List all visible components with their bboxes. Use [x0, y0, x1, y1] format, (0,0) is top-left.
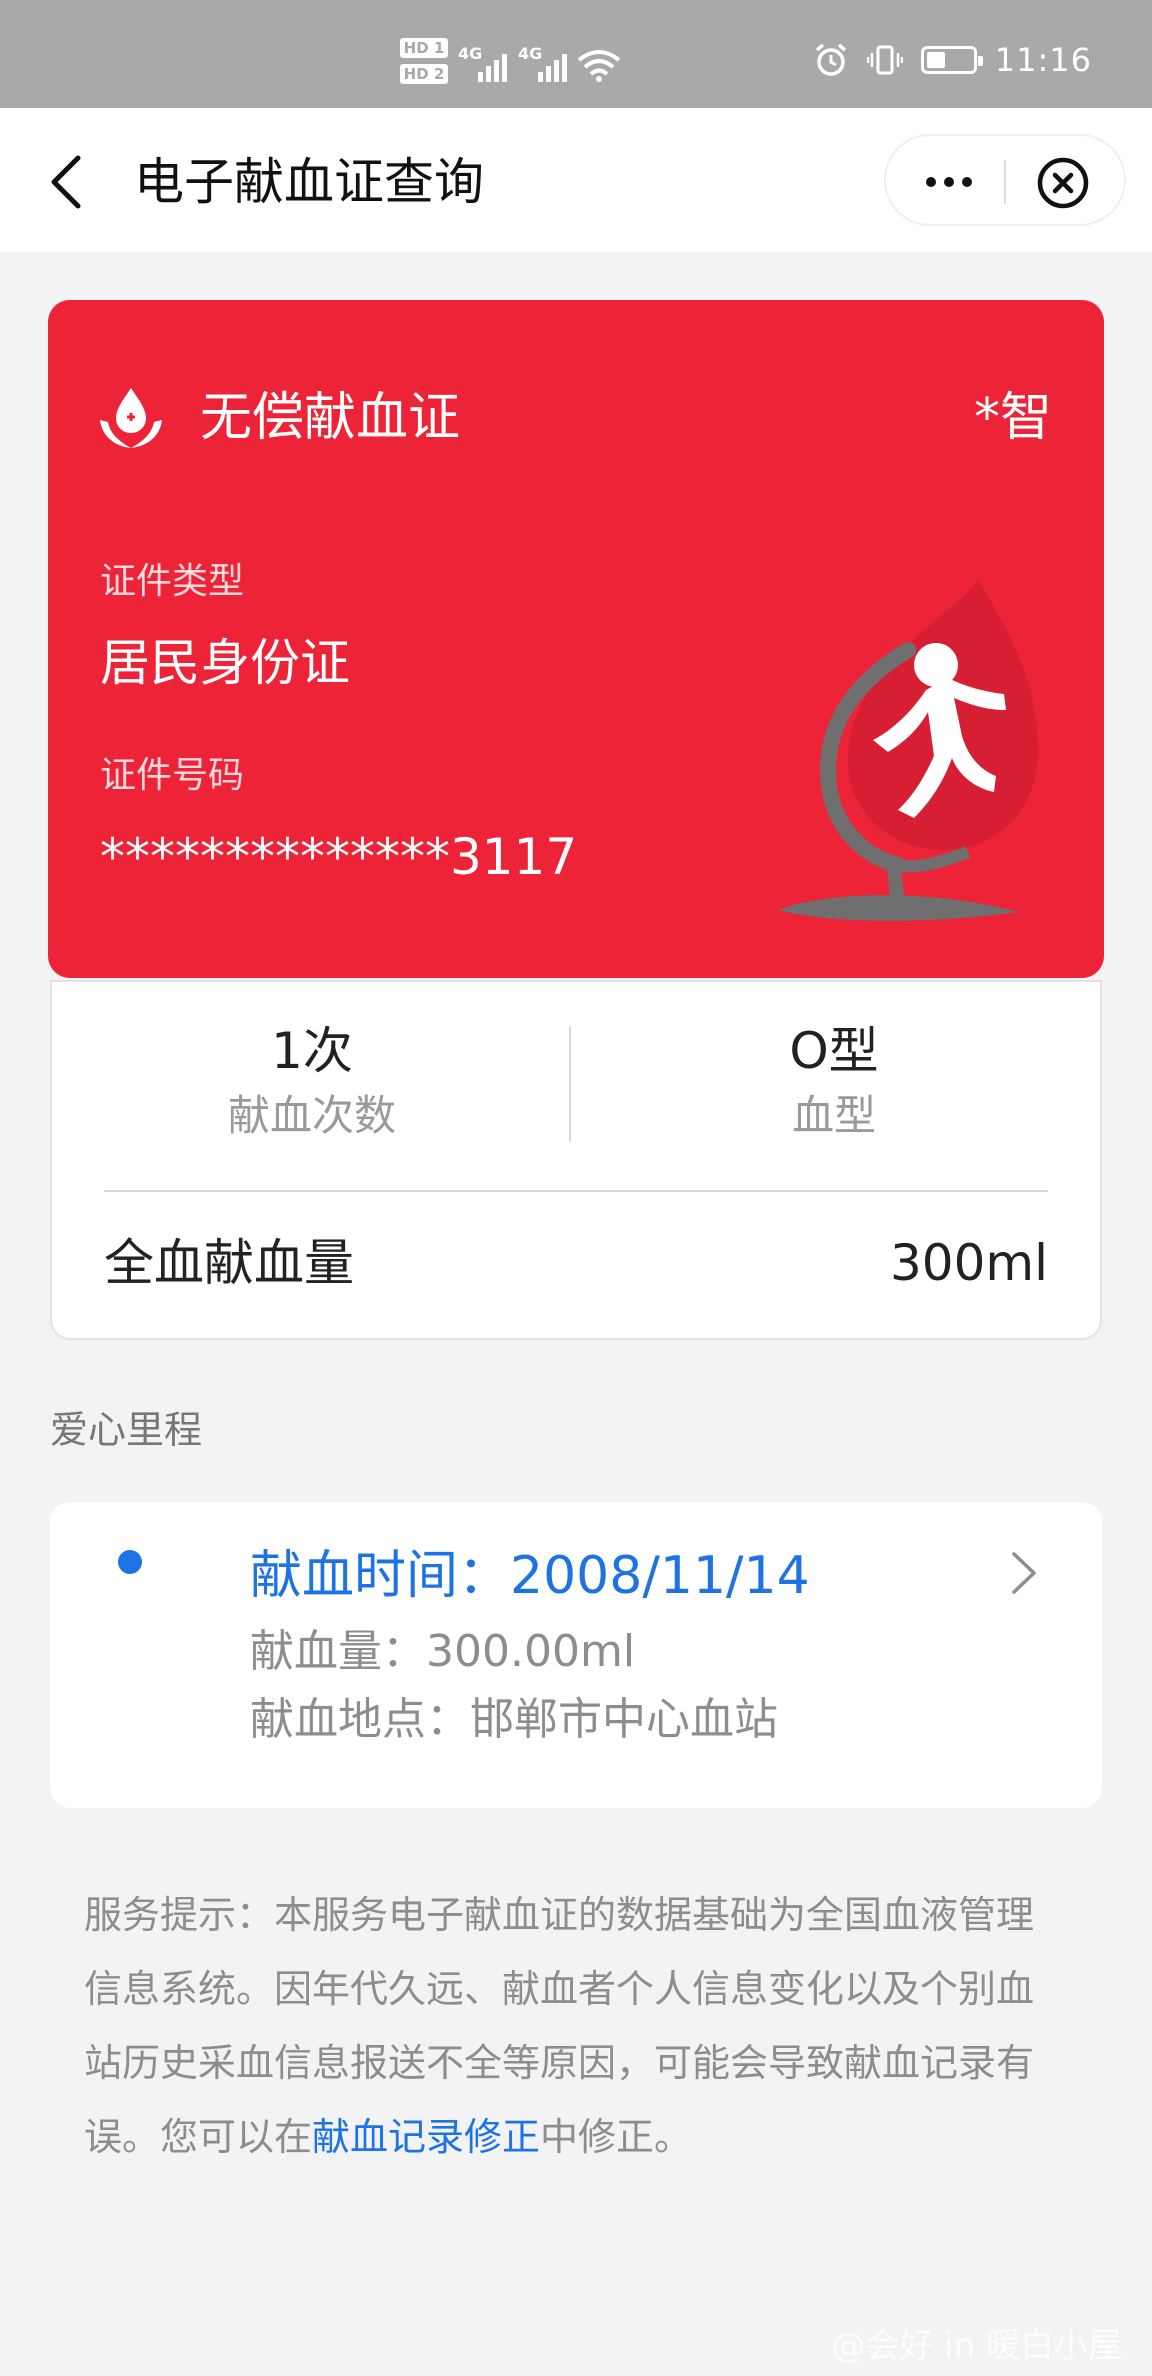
donation-count-stat: 1次 献血次数: [62, 1020, 562, 1144]
more-icon[interactable]: [914, 156, 984, 208]
sim-2-badge: HD 2: [400, 64, 448, 84]
watermark: @会好 in 暖白小屋: [831, 2326, 1122, 2366]
card-holder-name: *智: [973, 388, 1052, 448]
vibrate-icon: [866, 45, 903, 75]
signal-icon-2: [538, 46, 567, 82]
blood-type-stat: O型 血型: [584, 1020, 1084, 1144]
record-amount: 献血量：300.00ml: [250, 1626, 636, 1677]
donation-count-value: 1次: [271, 1022, 353, 1080]
donation-record-item[interactable]: 献血时间：2008/11/14 献血量：300.00ml 献血地点：邯郸市中心血…: [50, 1502, 1102, 1808]
close-icon[interactable]: [1036, 156, 1090, 210]
nav-bar: 电子献血证查询: [0, 108, 1152, 252]
blood-drop-hands-icon: [100, 388, 162, 448]
blood-drop-globe-mascot: [778, 580, 1038, 921]
back-icon[interactable]: [44, 154, 92, 210]
chevron-right-icon: [1012, 1552, 1036, 1594]
sim-indicators: HD 1 HD 2: [400, 38, 448, 90]
mini-program-capsule: [884, 134, 1126, 226]
capsule-divider: [1004, 160, 1006, 204]
whole-blood-label: 全血献血量: [104, 1234, 354, 1292]
clock: 11:16: [994, 41, 1092, 79]
service-notice: 服务提示：本服务电子献血证的数据基础为全国血液管理信息系统。因年代久远、献血者个…: [84, 1878, 1064, 2174]
id-type-label: 证件类型: [100, 561, 245, 602]
timeline-dot: [118, 1550, 142, 1574]
donation-summary-card: 1次 献血次数 O型 血型 全血献血量 300ml: [50, 980, 1102, 1340]
blood-type-label: 血型: [791, 1091, 876, 1140]
battery-icon: [920, 46, 983, 74]
journey-heading: 爱心里程: [50, 1408, 203, 1452]
id-number-value: **************3117: [100, 828, 578, 886]
id-number-label: 证件号码: [100, 755, 245, 796]
notice-text-end: 中修正。: [540, 2115, 693, 2159]
donation-count-label: 献血次数: [227, 1091, 396, 1140]
signal-icon: [478, 46, 507, 82]
record-correction-link[interactable]: 献血记录修正: [312, 2115, 540, 2159]
whole-blood-value: 300ml: [889, 1234, 1048, 1292]
id-type-value: 居民身份证: [100, 634, 350, 692]
card-title: 无偿献血证: [200, 388, 461, 448]
page-title: 电子献血证查询: [134, 153, 484, 211]
record-location: 献血地点：邯郸市中心血站: [250, 1694, 778, 1745]
wifi-icon: [577, 50, 621, 82]
status-bar: HD 1 HD 2 4G 4G 11:16: [0, 0, 1152, 108]
sim-1-badge: HD 1: [400, 38, 448, 58]
record-date: 献血时间：2008/11/14: [250, 1546, 810, 1606]
row-divider: [104, 1190, 1048, 1192]
alarm-icon: [815, 43, 846, 76]
stat-divider: [569, 1026, 571, 1142]
donation-certificate-card: 无偿献血证 *智 证件类型 居民身份证 证件号码 **************3…: [48, 300, 1104, 978]
blood-type-value: O型: [789, 1022, 879, 1080]
